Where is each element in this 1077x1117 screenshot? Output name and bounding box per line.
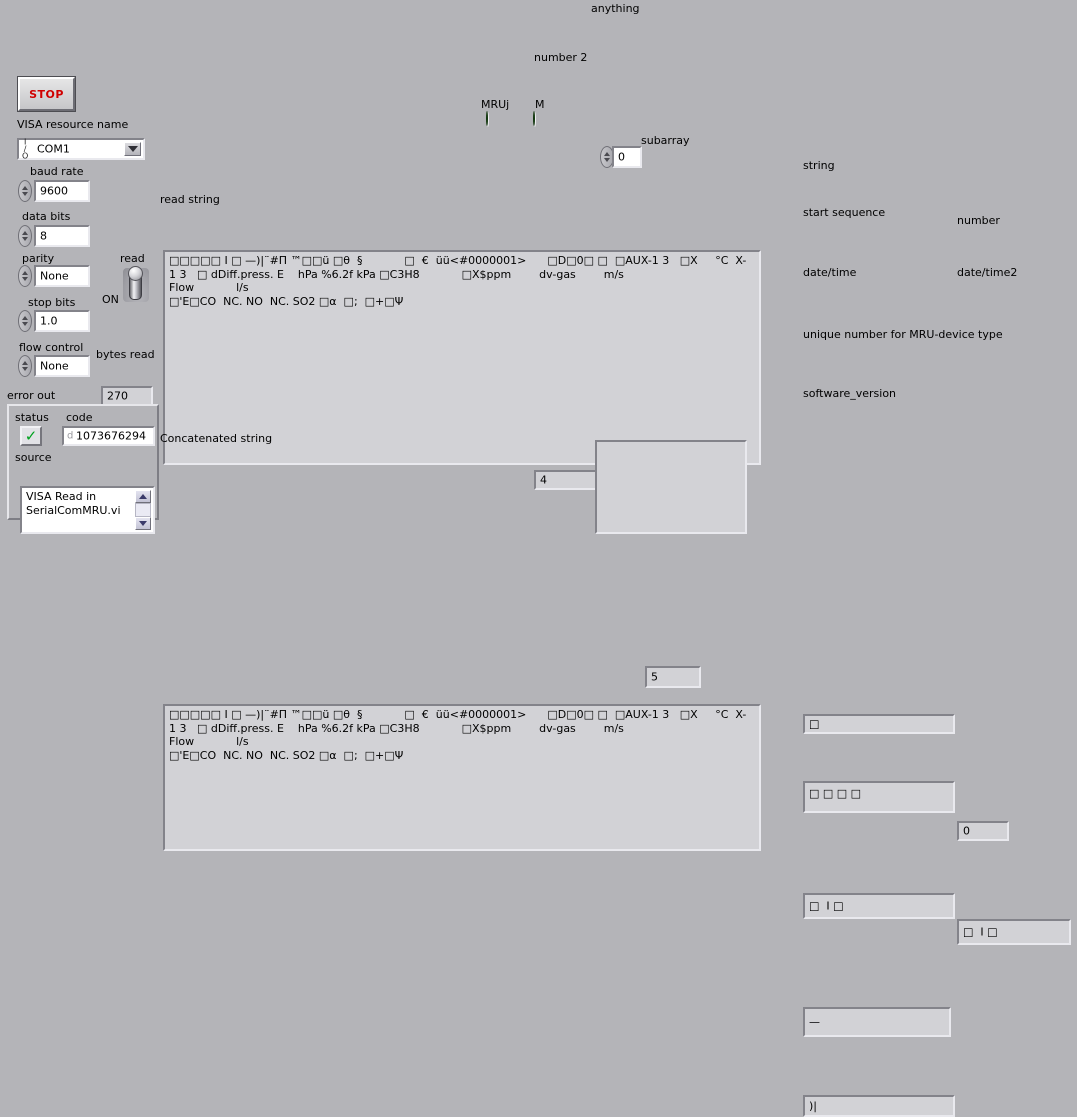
- io-icon: I / O: [22, 137, 29, 161]
- error-status-label: status: [15, 411, 49, 424]
- subarray-indicator: 5: [645, 666, 701, 688]
- start-sequence-label: start sequence: [803, 206, 886, 219]
- error-code-prefix: d: [67, 430, 74, 442]
- parity-label: parity: [22, 252, 55, 265]
- error-source-label: source: [15, 451, 52, 464]
- m-led-label: M: [535, 98, 545, 111]
- subarray-index-stepper[interactable]: 0: [600, 146, 642, 168]
- number2-indicator: 4: [534, 470, 598, 490]
- baud-rate-stepper[interactable]: 9600: [18, 180, 90, 202]
- error-source-scrollbar-track[interactable]: [135, 503, 151, 517]
- m-led-icon: [533, 111, 535, 126]
- error-status-indicator: ✓: [20, 426, 42, 446]
- chevron-down-icon[interactable]: [124, 142, 141, 156]
- stop-bits-spinner-icon[interactable]: [18, 310, 32, 332]
- mruj-led[interactable]: [486, 111, 488, 126]
- scroll-down-icon[interactable]: [135, 517, 151, 530]
- baud-rate-value: 9600: [40, 184, 68, 198]
- data-bits-stepper[interactable]: 8: [18, 225, 90, 247]
- subarray-index-value: 0: [618, 150, 625, 164]
- date-time2-value: □ I □: [963, 925, 998, 939]
- visa-resource-name-label: VISA resource name: [17, 118, 129, 131]
- stop-bits-value: 1.0: [40, 314, 58, 328]
- number-label: number: [957, 214, 1000, 227]
- unique-number-label: unique number for MRU-device type: [803, 328, 1003, 341]
- stop-button[interactable]: STOP: [17, 76, 76, 112]
- number2-label: number 2: [534, 51, 588, 64]
- parity-spinner-icon[interactable]: [18, 265, 32, 287]
- stop-button-label: STOP: [29, 87, 64, 101]
- flow-control-value: None: [40, 359, 69, 373]
- unique-number-indicator: —: [803, 1007, 951, 1037]
- bytes-read-indicator: 270: [101, 386, 153, 406]
- data-bits-spinner-icon[interactable]: [18, 225, 32, 247]
- date-time-label: date/time: [803, 266, 857, 279]
- checkmark-icon: ✓: [24, 426, 38, 445]
- read-switch-state-label: ON: [102, 293, 119, 306]
- stop-bits-stepper[interactable]: 1.0: [18, 310, 90, 332]
- baud-rate-spinner-icon[interactable]: [18, 180, 32, 202]
- bytes-read-label: bytes read: [96, 348, 155, 361]
- string-label: string: [803, 159, 835, 172]
- number-indicator: 0: [957, 821, 1009, 841]
- concatenated-string-value: □□□□□ I □ —)|¨#Π ™□□ü □θ § □ € üü<#00000…: [169, 708, 747, 762]
- read-toggle-switch[interactable]: [123, 266, 149, 302]
- m-led[interactable]: [533, 111, 535, 126]
- subarray-label: subarray: [641, 134, 690, 147]
- parity-input[interactable]: None: [34, 265, 90, 287]
- error-out-label: error out: [7, 389, 56, 402]
- read-string-label: read string: [160, 193, 220, 206]
- data-bits-label: data bits: [22, 210, 71, 223]
- concatenated-string-label: Concatenated string: [160, 432, 273, 445]
- scroll-up-icon[interactable]: [135, 490, 151, 503]
- baud-rate-input[interactable]: 9600: [34, 180, 90, 202]
- stop-bits-label: stop bits: [28, 296, 76, 309]
- date-time-indicator: □ I □: [803, 893, 955, 919]
- parity-stepper[interactable]: None: [18, 265, 90, 287]
- stop-bits-input[interactable]: 1.0: [34, 310, 90, 332]
- software-version-label: software_version: [803, 387, 897, 400]
- software-version-value: )|: [809, 1099, 817, 1113]
- unique-number-value: —: [809, 1015, 820, 1029]
- anything-label: anything: [591, 2, 640, 15]
- mruj-led-icon: [486, 111, 488, 126]
- read-string-value: □□□□□ I □ —)|¨#Π ™□□ü □θ § □ € üü<#00000…: [169, 254, 747, 308]
- start-sequence-value: □ □ □ □: [809, 787, 862, 800]
- date-time2-label: date/time2: [957, 266, 1018, 279]
- flow-control-label: flow control: [19, 341, 84, 354]
- string-indicator: □: [803, 714, 955, 734]
- error-code-input[interactable]: d 1073676294: [62, 426, 155, 446]
- date-time2-indicator: □ I □: [957, 919, 1071, 945]
- subarray-index-input[interactable]: 0: [612, 146, 642, 168]
- data-bits-value: 8: [40, 229, 47, 243]
- anything-indicator: [595, 440, 747, 534]
- software-version-indicator: )|: [803, 1095, 955, 1117]
- start-sequence-indicator: □ □ □ □: [803, 781, 955, 813]
- concatenated-string-indicator: □□□□□ I □ —)|¨#Π ™□□ü □θ § □ € üü<#00000…: [163, 704, 761, 851]
- number-value: 0: [963, 824, 970, 838]
- parity-value: None: [40, 269, 69, 283]
- flow-control-input[interactable]: None: [34, 355, 90, 377]
- visa-resource-name-value: COM1: [37, 142, 70, 156]
- error-code-label: code: [66, 411, 93, 424]
- string-value: □: [809, 717, 820, 731]
- error-source-value: VISA Read in SerialComMRU.vi: [26, 490, 121, 517]
- error-source-input[interactable]: VISA Read in SerialComMRU.vi: [20, 486, 155, 534]
- error-code-value: 1073676294: [76, 429, 146, 443]
- mruj-led-label: MRUj: [481, 98, 510, 111]
- bytes-read-value: 270: [107, 389, 128, 403]
- toggle-knob-icon: [128, 266, 143, 281]
- date-time-value: □ I □: [809, 899, 844, 913]
- error-out-cluster: status code ✓ d 1073676294 source VISA R…: [7, 404, 159, 534]
- flow-control-spinner-icon[interactable]: [18, 355, 32, 377]
- visa-resource-name-input[interactable]: I / O COM1: [17, 138, 145, 160]
- data-bits-input[interactable]: 8: [34, 225, 90, 247]
- read-switch-label: read: [120, 252, 145, 265]
- subarray-value: 5: [651, 670, 658, 684]
- number2-value: 4: [540, 473, 547, 487]
- flow-control-stepper[interactable]: None: [18, 355, 90, 377]
- baud-rate-label: baud rate: [30, 165, 84, 178]
